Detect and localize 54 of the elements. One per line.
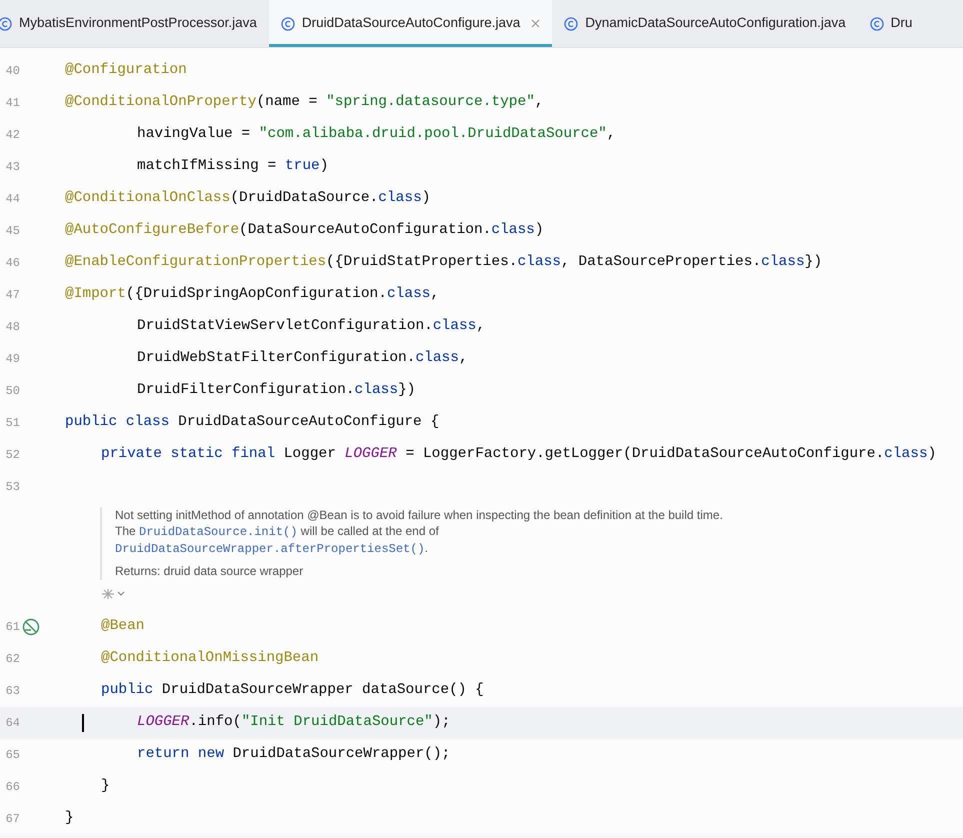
code-line: @EnableConfigurationProperties({DruidStatProperties.class, DataSourceProperties.class}) [65,253,822,272]
code-line: DruidFilterConfiguration.class}) [137,381,416,400]
code-line: LOGGER.info("Init DruidDataSource"); [137,713,450,732]
editor-tab[interactable]: MybatisEnvironmentPostProcessor.java [0,0,269,47]
line-number: 53 [4,479,20,496]
code-line: public DruidDataSourceWrapper dataSource() { [101,681,484,700]
editor-tab[interactable]: DynamicDataSourceAutoConfiguration.java [552,0,858,47]
line-number: 46 [4,255,20,272]
code-line: havingValue = "com.alibaba.druid.pool.DruidDataSource", [137,125,616,144]
line-number: 42 [4,127,20,144]
code-line: matchIfMissing = true) [137,157,328,176]
class-icon [0,16,12,30]
line-number: 61 [4,619,20,636]
code-line: @ConditionalOnMissingBean [101,649,319,668]
line-number: 52 [4,447,20,464]
code-line: @Configuration [65,61,187,80]
line-number: 63 [4,683,20,700]
line-number: 49 [4,351,20,368]
class-icon [280,16,295,30]
code-line: @Bean [101,617,145,636]
line-number: 50 [4,383,20,400]
doc-paragraph: Not setting initMethod of annotation @Bean is to avoid failure when inspecting the bean definition at the build time. The DruidDataSource.init() will be called at the end of DruidDataSourceWrapper.afterPropertiesSet(). [115,507,724,557]
line-number: 48 [4,319,20,336]
code-line: @AutoConfigureBefore(DataSourceAutoConfiguration.class) [65,221,544,240]
code-line: public class DruidDataSourceAutoConfigure { [65,413,440,432]
editor-tab[interactable]: DruidDataSourceAutoConfigure.java [268,0,552,47]
text-cursor [82,714,84,732]
class-icon [870,16,884,30]
line-number: 66 [4,779,20,796]
line-number: 51 [4,415,20,432]
code-line: } [101,777,110,796]
line-number: 67 [4,811,20,828]
editor-tab[interactable]: Dru [858,0,924,47]
code-line: } [65,809,74,828]
code-line: DruidStatViewServletConfiguration.class, [137,317,486,336]
code-line: DruidWebStatFilterConfiguration.class, [137,349,468,368]
line-number: 65 [4,747,20,764]
line-number: 62 [4,651,20,668]
code-line: @ConditionalOnProperty(name = "spring.datasource.type", [65,93,544,112]
line-number: 40 [4,63,20,80]
code-line: @Import({DruidSpringAopConfiguration.class, [65,285,440,304]
render-toggle-icon[interactable] [100,588,126,600]
line-number: 64 [4,715,20,732]
line-number: 43 [4,159,20,176]
code-line: @ConditionalOnClass(DruidDataSource.class) [65,189,430,208]
line-number: 41 [4,95,20,112]
close-icon[interactable] [531,19,540,28]
line-number: 44 [4,191,20,208]
code-line: private static final Logger LOGGER = LoggerFactory.getLogger(DruidDataSourceAutoConfigure.class) [101,445,936,464]
doc-returns: Returns: druid data source wrapper [115,563,304,580]
code-line: return new DruidDataSourceWrapper(); [137,745,450,764]
class-icon [564,16,578,30]
line-number: 47 [4,287,20,304]
line-number: 45 [4,223,20,240]
